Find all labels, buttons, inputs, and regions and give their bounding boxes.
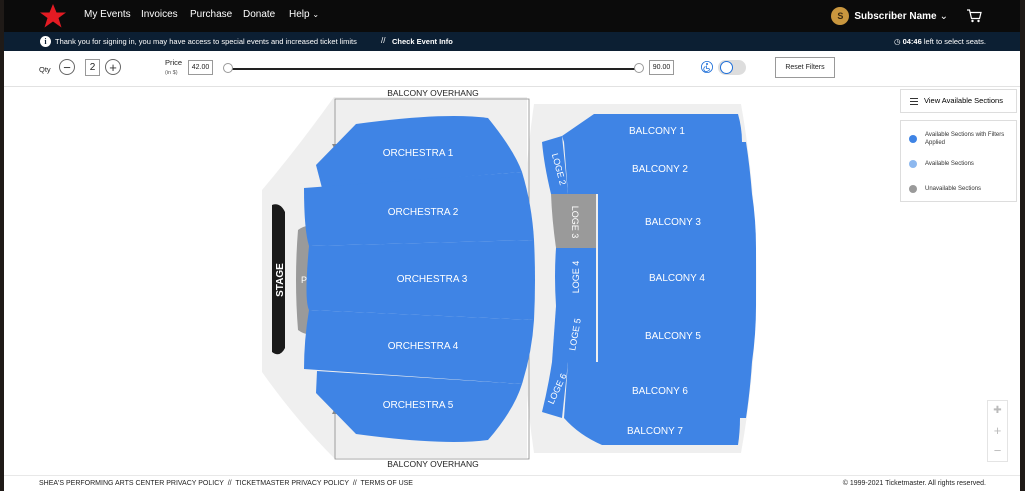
- legend-dot-filtered: [909, 135, 917, 143]
- legend-item-unavailable: Unavailable Sections: [909, 185, 981, 193]
- qty-decrease-button[interactable]: −: [59, 59, 75, 75]
- legend-item-filtered: Available Sections with Filters Applied: [909, 131, 1009, 147]
- nav-my-events[interactable]: My Events: [84, 9, 131, 20]
- footer: SHEA'S PERFORMING ARTS CENTER PRIVACY PO…: [4, 475, 1020, 491]
- stage-label: STAGE: [275, 263, 286, 297]
- loge-4-label: LOGE 4: [571, 261, 581, 294]
- price-min-input[interactable]: 42.00: [188, 60, 213, 75]
- crosshair-icon[interactable]: ✚: [988, 401, 1007, 421]
- nav-invoices[interactable]: Invoices: [141, 9, 178, 20]
- info-separator: //: [381, 36, 386, 45]
- timer-suffix: left to select seats.: [923, 37, 986, 46]
- reset-filters-button[interactable]: Reset Filters: [775, 57, 835, 78]
- balcony-4-label: BALCONY 4: [649, 273, 705, 284]
- zoom-out-button[interactable]: −: [988, 441, 1007, 461]
- timer-value: 04:46: [902, 37, 922, 46]
- qty-value[interactable]: 2: [85, 59, 100, 76]
- zoom-controls: ✚ + −: [987, 400, 1008, 462]
- balcony-1-label: BALCONY 1: [629, 126, 685, 137]
- orchestra-2-label: ORCHESTRA 2: [388, 207, 459, 218]
- footer-links[interactable]: SHEA'S PERFORMING ARTS CENTER PRIVACY PO…: [39, 480, 413, 487]
- price-max-handle[interactable]: [634, 63, 644, 73]
- footer-copyright: © 1999-2021 Ticketmaster. All rights res…: [842, 480, 986, 487]
- balcony-6-label: BALCONY 6: [632, 386, 688, 397]
- legend-item-available: Available Sections: [909, 160, 974, 168]
- seat-timer: ◷ 04:46 left to select seats.: [894, 37, 986, 46]
- legend-label-unavailable: Unavailable Sections: [925, 186, 982, 192]
- user-menu[interactable]: S Subscriber Name ⌄: [831, 7, 948, 25]
- balcony-2-label: BALCONY 2: [632, 164, 688, 175]
- price-unit: (in $): [165, 70, 178, 76]
- user-name: Subscriber Name: [854, 10, 937, 22]
- check-event-info-link[interactable]: Check Event Info: [392, 37, 453, 46]
- legend-dot-unavailable: [909, 185, 917, 193]
- nav-help[interactable]: Help ⌄: [289, 9, 319, 20]
- toggle-knob: [720, 61, 733, 74]
- top-nav: My Events Invoices Purchase Donate Help …: [4, 0, 1020, 32]
- orchestra-4-label: ORCHESTRA 4: [388, 341, 459, 352]
- legend-dot-available: [909, 160, 917, 168]
- orchestra-5-label: ORCHESTRA 5: [383, 400, 454, 411]
- seat-map: BALCONY OVERHANG BALCONY OVERHANG STAGE …: [262, 88, 757, 469]
- nav-donate[interactable]: Donate: [243, 9, 275, 20]
- balcony-overhang-bottom-label: BALCONY OVERHANG: [387, 459, 478, 469]
- chevron-down-icon: ⌄: [939, 10, 948, 22]
- nav-help-label: Help: [289, 9, 310, 20]
- balcony-5-label: BALCONY 5: [645, 331, 701, 342]
- ticket-page: My Events Invoices Purchase Donate Help …: [4, 0, 1020, 491]
- loge-3-label: LOGE 3: [570, 206, 580, 239]
- legend-label-filtered: Available Sections with Filters Applied: [925, 132, 1005, 146]
- legend: Available Sections with Filters Applied …: [900, 120, 1017, 202]
- balcony-overhang-top-label: BALCONY OVERHANG: [387, 88, 478, 98]
- view-available-sections-button[interactable]: View Available Sections: [900, 89, 1017, 113]
- clock-icon: ◷: [893, 37, 901, 46]
- balcony-3-label: BALCONY 3: [645, 217, 701, 228]
- accessibility-icon: [701, 61, 713, 73]
- info-bar: i Thank you for signing in, you may have…: [4, 32, 1020, 51]
- chevron-down-icon: ⌄: [312, 10, 320, 19]
- price-slider-track[interactable]: [229, 68, 640, 70]
- balcony-7-label: BALCONY 7: [627, 426, 683, 437]
- orchestra-3-label: ORCHESTRA 3: [397, 274, 468, 285]
- cart-icon[interactable]: [966, 9, 982, 23]
- legend-label-available: Available Sections: [925, 161, 974, 167]
- info-message: Thank you for signing in, you may have a…: [55, 37, 357, 46]
- price-label: Price: [165, 58, 183, 67]
- info-icon: i: [40, 36, 51, 47]
- list-icon: [910, 98, 918, 105]
- price-max-input[interactable]: 90.00: [649, 60, 674, 75]
- avatar: S: [831, 7, 850, 25]
- qty-increase-button[interactable]: +: [105, 59, 121, 75]
- filter-bar: Qty − 2 + Price (in $) 42.00 90.00 Reset…: [4, 51, 1020, 87]
- orchestra-1-label: ORCHESTRA 1: [383, 148, 454, 159]
- star-logo-icon[interactable]: [38, 3, 68, 29]
- price-min-handle[interactable]: [223, 63, 233, 73]
- nav-purchase[interactable]: Purchase: [190, 9, 232, 20]
- qty-label: Qty: [39, 65, 51, 74]
- view-available-sections-label: View Available Sections: [924, 96, 1003, 105]
- zoom-in-button[interactable]: +: [988, 421, 1007, 441]
